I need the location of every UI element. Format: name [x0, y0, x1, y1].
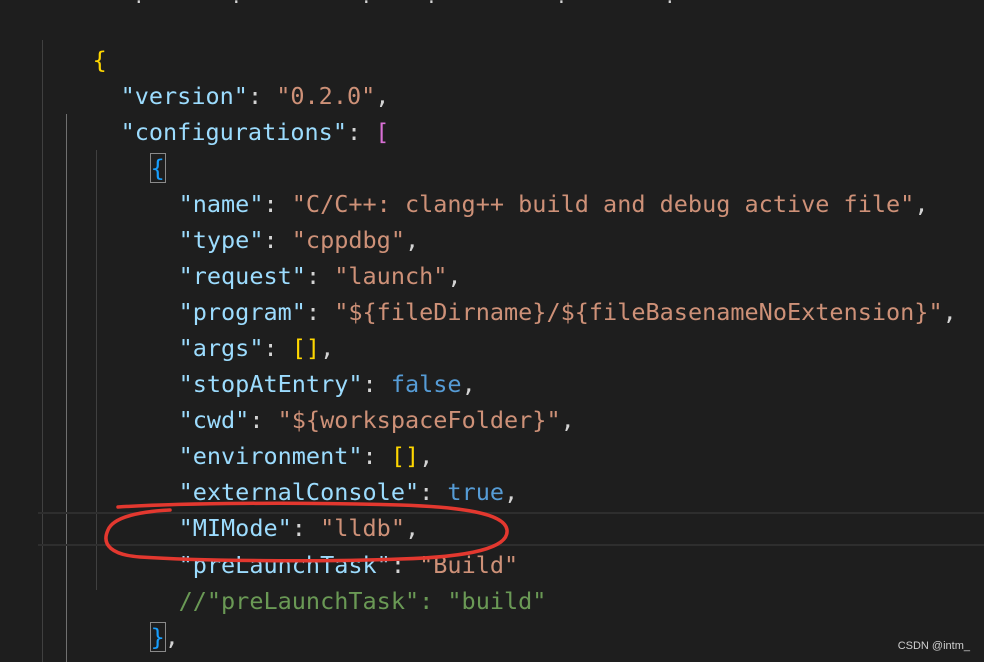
code-line: "MIMode": "lldb",: [0, 474, 984, 542]
code-line-current[interactable]: "preLaunchTask": "Build": [0, 511, 984, 579]
code-line: //"preLaunchTask": "build": [0, 547, 984, 615]
code-line: {: [0, 114, 984, 183]
watermark: CSDN @intm_: [897, 640, 970, 652]
code-line: "stopAtEntry": false,: [0, 330, 984, 398]
comma: ,: [164, 623, 179, 651]
code-line: "cwd": "${workspaceFolder}",: [0, 366, 984, 434]
code-line: "version": "0.2.0",: [0, 42, 984, 110]
code-line: "name": "C/C++: clang++ build and debug …: [0, 150, 984, 218]
code-editor[interactable]: . . . . . . { "version": "0.2.0", "confi…: [0, 0, 984, 662]
code-line: {: [0, 6, 984, 74]
code-line: "configurations": [: [0, 78, 984, 146]
code-line: "args": [],: [0, 294, 984, 362]
code-line: "environment": [],: [0, 402, 984, 470]
code-line: },: [0, 583, 984, 652]
code-line: "program": "${fileDirname}/${fileBasenam…: [0, 258, 984, 326]
code-line: "request": "launch",: [0, 222, 984, 290]
matched-close-brace: }: [149, 622, 166, 652]
code-line: "type": "cppdbg",: [0, 186, 984, 254]
code-line: "externalConsole": true,: [0, 438, 984, 506]
